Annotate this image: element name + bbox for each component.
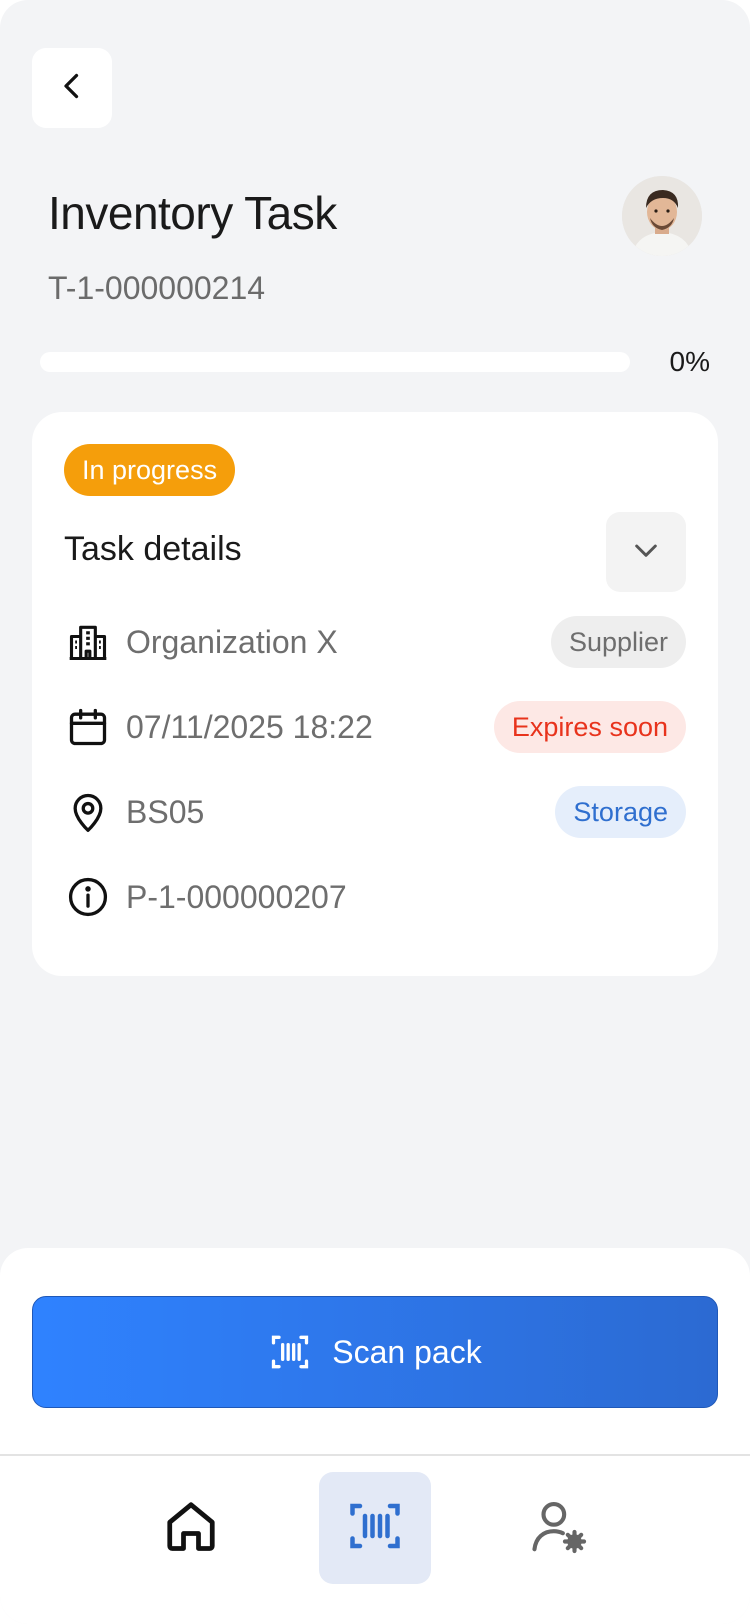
avatar[interactable]: [622, 176, 702, 256]
user-settings-icon: [528, 1495, 590, 1562]
nav-profile-settings[interactable]: [503, 1472, 615, 1584]
calendar-icon: [64, 703, 112, 751]
task-details-card: In progress Task details Organization X …: [32, 412, 718, 976]
barcode-scan-icon: [268, 1330, 312, 1374]
nav-home[interactable]: [135, 1472, 247, 1584]
status-badge: In progress: [64, 444, 236, 496]
section-title: Task details: [64, 530, 242, 568]
due-date: 07/11/2025 18:22: [126, 708, 373, 745]
nav-divider: [0, 1454, 750, 1456]
expires-soon-tag: Expires soon: [493, 701, 686, 753]
task-id: T-1-000000214: [48, 270, 266, 306]
pack-row: P-1-000000207: [64, 867, 686, 927]
nav-scan[interactable]: [319, 1472, 431, 1584]
progress-percent: 0%: [669, 346, 710, 377]
barcode-scan-icon: [345, 1496, 405, 1561]
supplier-tag: Supplier: [550, 616, 686, 668]
progress-bar: [40, 352, 630, 372]
chevron-down-icon: [630, 534, 662, 571]
organization-row: Organization X Supplier: [64, 612, 686, 672]
chevron-left-icon: [54, 68, 90, 109]
scan-pack-label: Scan pack: [332, 1333, 482, 1370]
page-title: Inventory Task: [48, 187, 337, 239]
building-icon: [64, 618, 112, 666]
task-screen: Inventory Task T-1-000000214 0% In progr…: [0, 0, 750, 1624]
expand-details-button[interactable]: [606, 512, 686, 592]
location-code: BS05: [126, 793, 205, 830]
location-pin-icon: [64, 788, 112, 836]
date-row: 07/11/2025 18:22 Expires soon: [64, 697, 686, 757]
location-row: BS05 Storage: [64, 782, 686, 842]
scan-pack-button[interactable]: Scan pack: [32, 1296, 718, 1408]
bottom-panel: Scan pack: [0, 1248, 750, 1624]
pack-id: P-1-000000207: [126, 878, 347, 915]
organization-name: Organization X: [126, 623, 338, 660]
storage-tag: Storage: [555, 786, 686, 838]
back-button[interactable]: [32, 48, 112, 128]
info-icon: [64, 873, 112, 921]
home-icon: [161, 1496, 221, 1561]
